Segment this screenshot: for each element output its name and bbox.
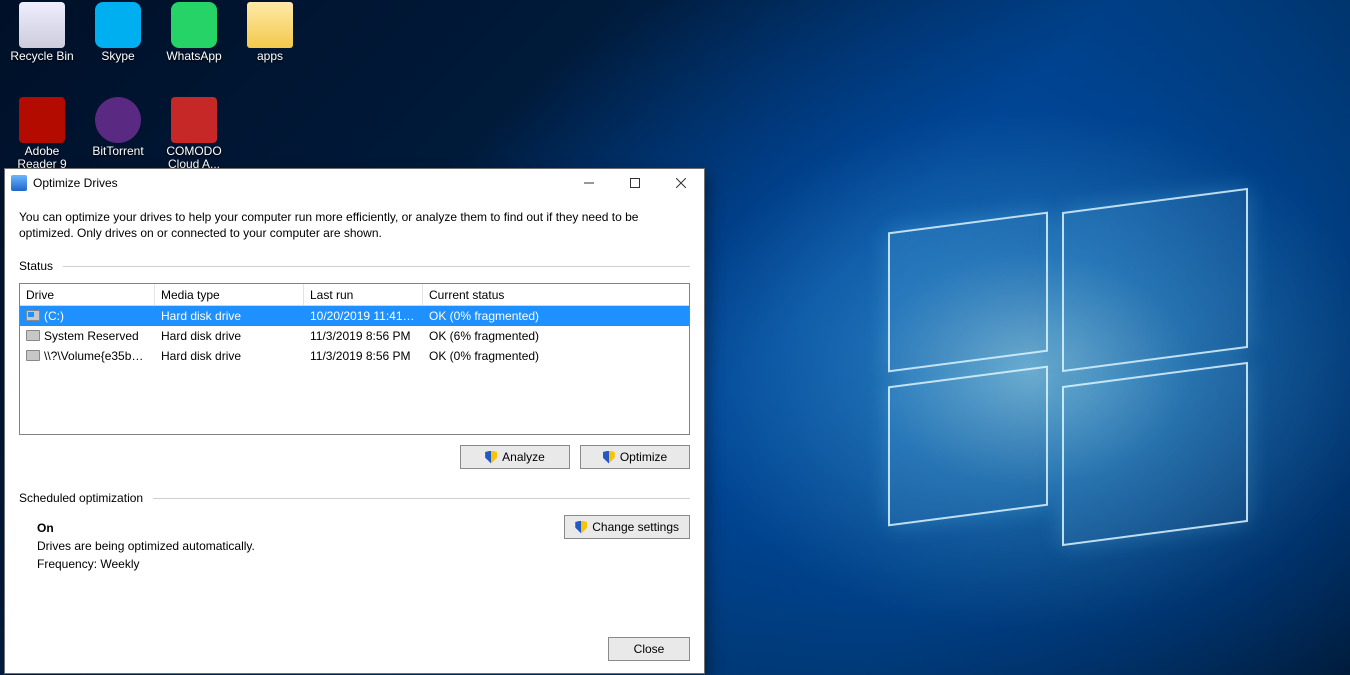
desktop: Recycle BinSkypeWhatsAppapps Adobe Reade… (0, 0, 1350, 675)
recycle-bin-icon (19, 2, 65, 48)
sched-line1: Drives are being optimized automatically… (37, 539, 690, 553)
sched-line2: Frequency: Weekly (37, 557, 690, 571)
status-section-label: Status (19, 259, 690, 273)
analyze-label: Analyze (502, 450, 545, 464)
drives-grid[interactable]: Drive Media type Last run Current status… (19, 283, 690, 435)
status-label-text: Status (19, 259, 53, 273)
close-icon (676, 178, 686, 188)
desktop-icon-whatsapp[interactable]: WhatsApp (156, 0, 232, 69)
comodo-cloud-icon (171, 97, 217, 143)
desktop-icon-bittorrent[interactable]: BitTorrent (80, 95, 156, 177)
analyze-button[interactable]: Analyze (460, 445, 570, 469)
desktop-icon-adobe-reader[interactable]: Adobe Reader 9 (4, 95, 80, 177)
minimize-button[interactable] (566, 169, 612, 197)
desktop-icon-comodo-cloud[interactable]: COMODO Cloud A... (156, 95, 232, 177)
col-media[interactable]: Media type (155, 284, 304, 305)
maximize-icon (630, 178, 640, 188)
desktop-icon-apps-folder[interactable]: apps (232, 0, 308, 69)
whatsapp-icon (171, 2, 217, 48)
drive-icon (26, 350, 40, 361)
drive-row[interactable]: \\?\Volume{e35b61...Hard disk drive11/3/… (20, 346, 689, 366)
maximize-button[interactable] (612, 169, 658, 197)
desktop-icons: Recycle BinSkypeWhatsAppapps Adobe Reade… (0, 0, 312, 177)
skype-icon (95, 2, 141, 48)
shield-icon (603, 451, 615, 464)
desktop-icon-label: BitTorrent (80, 145, 156, 158)
intro-text: You can optimize your drives to help you… (19, 209, 690, 241)
drive-icon (26, 310, 40, 321)
change-settings-button[interactable]: Change settings (564, 515, 690, 539)
optimize-button[interactable]: Optimize (580, 445, 690, 469)
apps-folder-icon (247, 2, 293, 48)
change-label: Change settings (592, 520, 679, 534)
titlebar[interactable]: Optimize Drives (5, 169, 704, 197)
minimize-icon (584, 178, 594, 188)
desktop-icon-label: WhatsApp (156, 50, 232, 63)
close-button[interactable] (658, 169, 704, 197)
desktop-icon-label: Skype (80, 50, 156, 63)
col-status[interactable]: Current status (423, 284, 689, 305)
close-label: Close (634, 642, 665, 656)
sched-section-label: Scheduled optimization (19, 491, 690, 505)
drive-icon (26, 330, 40, 341)
desktop-icon-label: Recycle Bin (4, 50, 80, 63)
drive-row[interactable]: System ReservedHard disk drive11/3/2019 … (20, 326, 689, 346)
adobe-reader-icon (19, 97, 65, 143)
bittorrent-icon (95, 97, 141, 143)
sched-heading: Scheduled optimization (19, 491, 143, 505)
drive-row[interactable]: (C:)Hard disk drive10/20/2019 11:41 P...… (20, 306, 689, 326)
close-dialog-button[interactable]: Close (608, 637, 690, 661)
col-last[interactable]: Last run (304, 284, 423, 305)
desktop-icon-label: apps (232, 50, 308, 63)
shield-icon (575, 521, 587, 534)
optimize-label: Optimize (620, 450, 667, 464)
desktop-icon-skype[interactable]: Skype (80, 0, 156, 69)
shield-icon (485, 451, 497, 464)
wallpaper-windows-logo (888, 200, 1248, 520)
desktop-icon-recycle-bin[interactable]: Recycle Bin (4, 0, 80, 69)
col-drive[interactable]: Drive (20, 284, 155, 305)
window-title: Optimize Drives (33, 176, 566, 190)
app-icon (11, 175, 27, 191)
grid-header[interactable]: Drive Media type Last run Current status (20, 284, 689, 306)
optimize-drives-window: Optimize Drives You can optimize your dr… (4, 168, 705, 674)
